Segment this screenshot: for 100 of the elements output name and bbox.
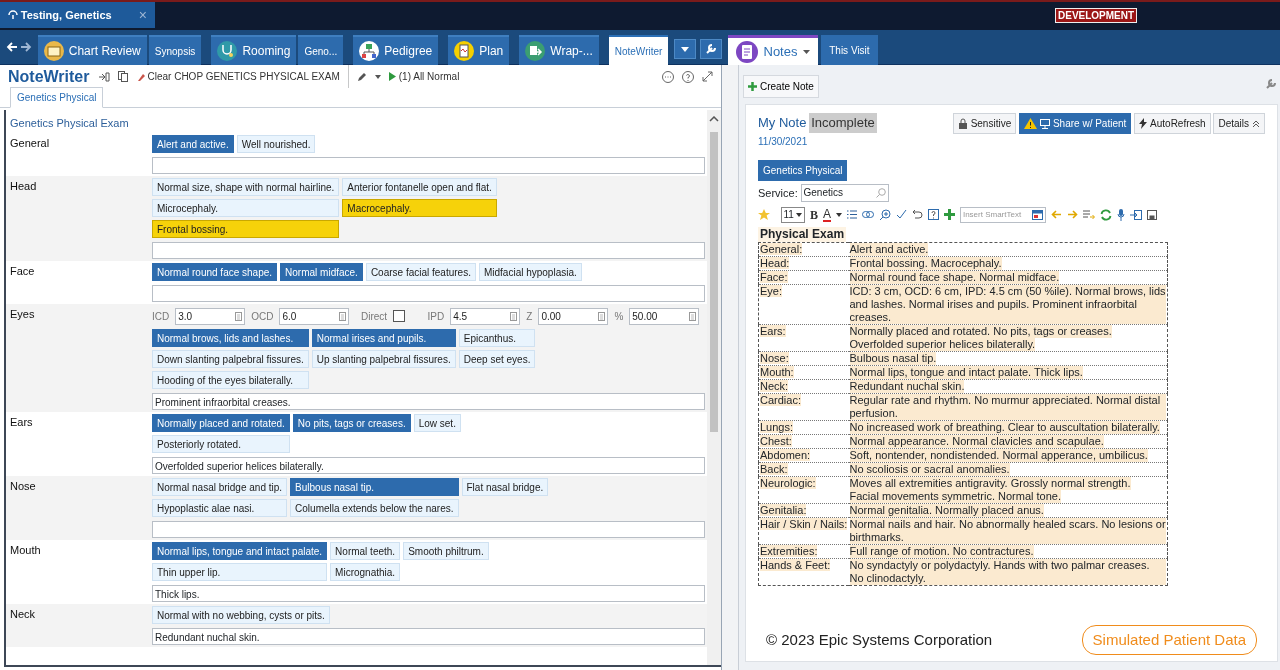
- activity-tab[interactable]: Chart Review: [37, 35, 147, 65]
- number-field[interactable]: 0.00: [538, 307, 609, 325]
- back-arrow-icon[interactable]: [5, 42, 18, 52]
- free-text-field[interactable]: Thick lips.: [152, 585, 705, 602]
- caret-icon[interactable]: [835, 212, 842, 217]
- finding-option[interactable]: Frontal bossing.: [152, 220, 340, 238]
- form-tab[interactable]: Genetics Physical: [10, 87, 104, 108]
- free-text-field[interactable]: [152, 285, 705, 302]
- finding-option[interactable]: Normally placed and rotated.: [152, 414, 290, 432]
- activity-tab[interactable]: Rooming: [211, 35, 297, 65]
- finding-option[interactable]: Microcephaly.: [152, 199, 340, 217]
- question-icon[interactable]: [927, 209, 939, 220]
- finding-option[interactable]: Deep set eyes.: [458, 350, 536, 368]
- scroll-up-icon[interactable]: [709, 116, 719, 122]
- free-text-field[interactable]: Prominent infraorbital creases.: [152, 393, 705, 410]
- finding-option[interactable]: Epicanthus.: [458, 329, 536, 347]
- zoom-icon[interactable]: [878, 208, 891, 221]
- help-icon[interactable]: [682, 70, 694, 83]
- create-note-button[interactable]: Create Note: [743, 75, 819, 98]
- plus-icon[interactable]: [943, 209, 955, 220]
- free-text-field[interactable]: [152, 521, 705, 538]
- finding-option[interactable]: Bulbous nasal tip.: [290, 478, 459, 496]
- caret-icon[interactable]: [374, 74, 381, 79]
- number-field[interactable]: 6.0: [279, 307, 350, 325]
- finding-option[interactable]: Well nourished.: [236, 135, 316, 153]
- finding-option[interactable]: Normal with no webbing, cysts or pits.: [152, 606, 330, 624]
- activity-tab[interactable]: Geno...: [298, 35, 344, 65]
- activity-tab[interactable]: NoteWriter: [608, 35, 669, 65]
- forward-arrow-icon[interactable]: [20, 42, 33, 52]
- finding-option[interactable]: Micrognathia.: [330, 563, 401, 581]
- finding-option[interactable]: Normal midface.: [280, 263, 363, 281]
- session-tab[interactable]: Testing, Genetics ×: [0, 2, 155, 28]
- finding-option[interactable]: Normal irises and pupils.: [311, 329, 456, 347]
- font-color-button[interactable]: A: [822, 207, 831, 222]
- expand-icon[interactable]: [702, 71, 713, 82]
- dropdown-button[interactable]: [674, 39, 697, 59]
- finding-option[interactable]: Normal brows, lids and lashes.: [152, 329, 309, 347]
- bullet-list-icon[interactable]: [846, 210, 857, 219]
- finding-option[interactable]: Normal lips, tongue and intact palate.: [152, 542, 328, 560]
- finding-option[interactable]: Hypoplastic alae nasi.: [152, 499, 288, 517]
- number-field[interactable]: 50.00: [629, 307, 700, 325]
- clear-button[interactable]: Clear CHOP GENETICS PHYSICAL EXAM: [135, 69, 340, 84]
- checkbox[interactable]: [393, 310, 406, 322]
- finding-option[interactable]: Smooth philtrum.: [403, 542, 489, 560]
- font-size-select[interactable]: 11: [780, 206, 805, 223]
- note-type-button[interactable]: Genetics Physical: [758, 160, 848, 181]
- more-icon[interactable]: [662, 70, 674, 83]
- note-action-button[interactable]: Share w/ Patient: [1018, 113, 1132, 134]
- service-field[interactable]: Genetics: [800, 183, 889, 202]
- finding-option[interactable]: Midfacial hypoplasia.: [478, 263, 582, 281]
- activity-tab[interactable]: Pedigree: [353, 35, 439, 65]
- undo-icon[interactable]: [911, 209, 923, 220]
- note-action-button[interactable]: AutoRefresh: [1134, 113, 1211, 134]
- finding-option[interactable]: Macrocephaly.: [342, 199, 497, 217]
- finding-option[interactable]: Normal teeth.: [330, 542, 401, 560]
- free-text-field[interactable]: [152, 242, 705, 259]
- copy-icon[interactable]: [117, 71, 128, 82]
- finding-option[interactable]: Low set.: [413, 414, 461, 432]
- free-text-field[interactable]: Overfolded superior helices bilaterally.: [152, 457, 705, 474]
- finding-option[interactable]: Normal round face shape.: [152, 263, 278, 281]
- monitor-icon: [1039, 118, 1050, 129]
- finding-option[interactable]: Hooding of the eyes bilaterally.: [152, 371, 309, 389]
- side-tab[interactable]: Notes: [727, 35, 819, 65]
- finding-option[interactable]: No pits, tags or creases.: [292, 414, 411, 432]
- finding-option[interactable]: Thin upper lip.: [152, 563, 328, 581]
- save-icon[interactable]: [1146, 209, 1157, 220]
- activity-tab[interactable]: Wrap-...: [519, 35, 599, 65]
- finding-option[interactable]: Flat nasal bridge.: [461, 478, 549, 496]
- all-normal-button[interactable]: (1) All Normal: [388, 69, 460, 84]
- link-icon[interactable]: [861, 211, 874, 218]
- number-field[interactable]: 4.5: [450, 307, 521, 325]
- free-text-field[interactable]: Redundant nuchal skin.: [152, 628, 705, 645]
- number-field[interactable]: 3.0: [175, 307, 246, 325]
- refresh-icon[interactable]: [1099, 208, 1112, 221]
- finding-option[interactable]: Posteriorly rotated.: [152, 435, 290, 453]
- finding-option[interactable]: Up slanting palpebral fissures.: [311, 350, 456, 368]
- finding-option[interactable]: Alert and active.: [152, 135, 234, 153]
- wrench-icon[interactable]: [1266, 79, 1276, 89]
- close-button[interactable]: ×: [138, 4, 147, 26]
- side-tab[interactable]: This Visit: [821, 35, 878, 65]
- finding-option[interactable]: Coarse facial features.: [365, 263, 476, 281]
- note-field-label: Mouth:: [760, 366, 794, 379]
- bold-button[interactable]: B: [809, 205, 818, 224]
- scrollbar[interactable]: [707, 110, 721, 665]
- note-action-button[interactable]: Details: [1213, 113, 1265, 134]
- activity-tab[interactable]: Synopsis: [148, 35, 202, 65]
- finding-option[interactable]: Down slanting palpebral fissures.: [152, 350, 309, 368]
- star-icon[interactable]: [758, 208, 770, 221]
- note-field-label: Back:: [760, 463, 788, 476]
- finding-option[interactable]: Anterior fontanelle open and flat.: [342, 178, 497, 196]
- settings-button[interactable]: [700, 39, 722, 59]
- finding-option[interactable]: Normal size, shape with normal hairline.: [152, 178, 340, 196]
- note-action-button[interactable]: Sensitive: [952, 113, 1017, 134]
- activity-tab[interactable]: Plan: [448, 35, 510, 65]
- import-icon[interactable]: [1129, 209, 1142, 220]
- finding-option[interactable]: Normal nasal bridge and tip.: [152, 478, 288, 496]
- microphone-icon[interactable]: [1116, 208, 1125, 221]
- free-text-field[interactable]: [152, 157, 705, 174]
- pencil-icon[interactable]: [356, 71, 367, 82]
- finding-option[interactable]: Columella extends below the nares.: [290, 499, 459, 517]
